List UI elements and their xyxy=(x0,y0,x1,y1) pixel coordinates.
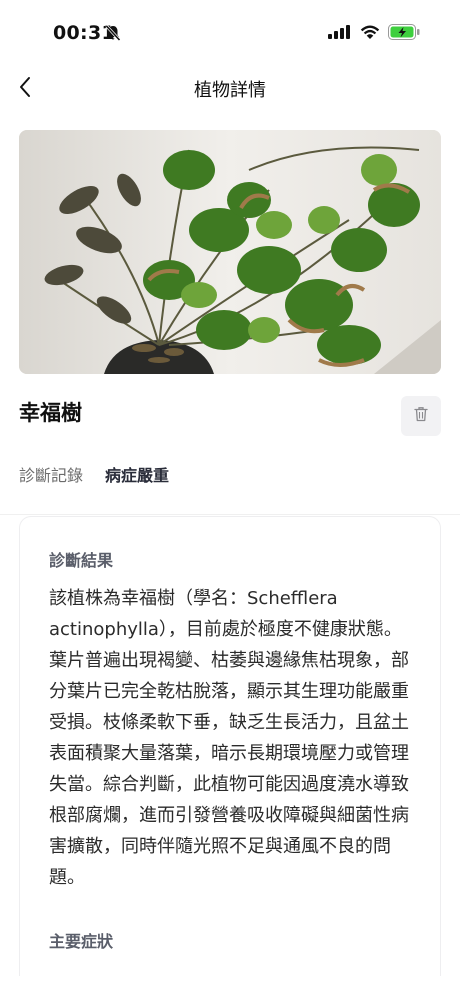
status-bar: 00:31 xyxy=(0,0,460,64)
status-right-icons xyxy=(328,24,420,44)
cellular-signal-icon xyxy=(328,24,352,44)
trash-icon xyxy=(414,406,428,426)
divider xyxy=(0,514,460,515)
symptoms-heading: 主要症狀 xyxy=(49,932,114,951)
diagnosis-record-row: 診斷記錄 病症嚴重 xyxy=(19,462,169,486)
result-text: 該植株為幸福樹（學名：Schefflera actinophylla），目前處於… xyxy=(49,588,409,888)
record-label: 診斷記錄 xyxy=(19,466,84,485)
plant-photo xyxy=(19,130,441,374)
page-title: 植物詳情 xyxy=(194,80,266,101)
bell-muted-icon xyxy=(104,24,122,42)
wifi-icon xyxy=(360,24,380,44)
plant-name: 幸福樹 xyxy=(19,401,82,425)
bottom-safe-area xyxy=(0,976,460,999)
delete-button[interactable] xyxy=(401,396,441,436)
status-badge: 病症嚴重 xyxy=(105,466,170,485)
result-heading: 診斷結果 xyxy=(49,551,114,570)
diagnosis-result-card: 診斷結果 該植株為幸福樹（學名：Schefflera actinophylla）… xyxy=(19,516,441,977)
battery-charging-icon xyxy=(388,24,420,44)
nav-bar: 植物詳情 xyxy=(0,64,460,112)
